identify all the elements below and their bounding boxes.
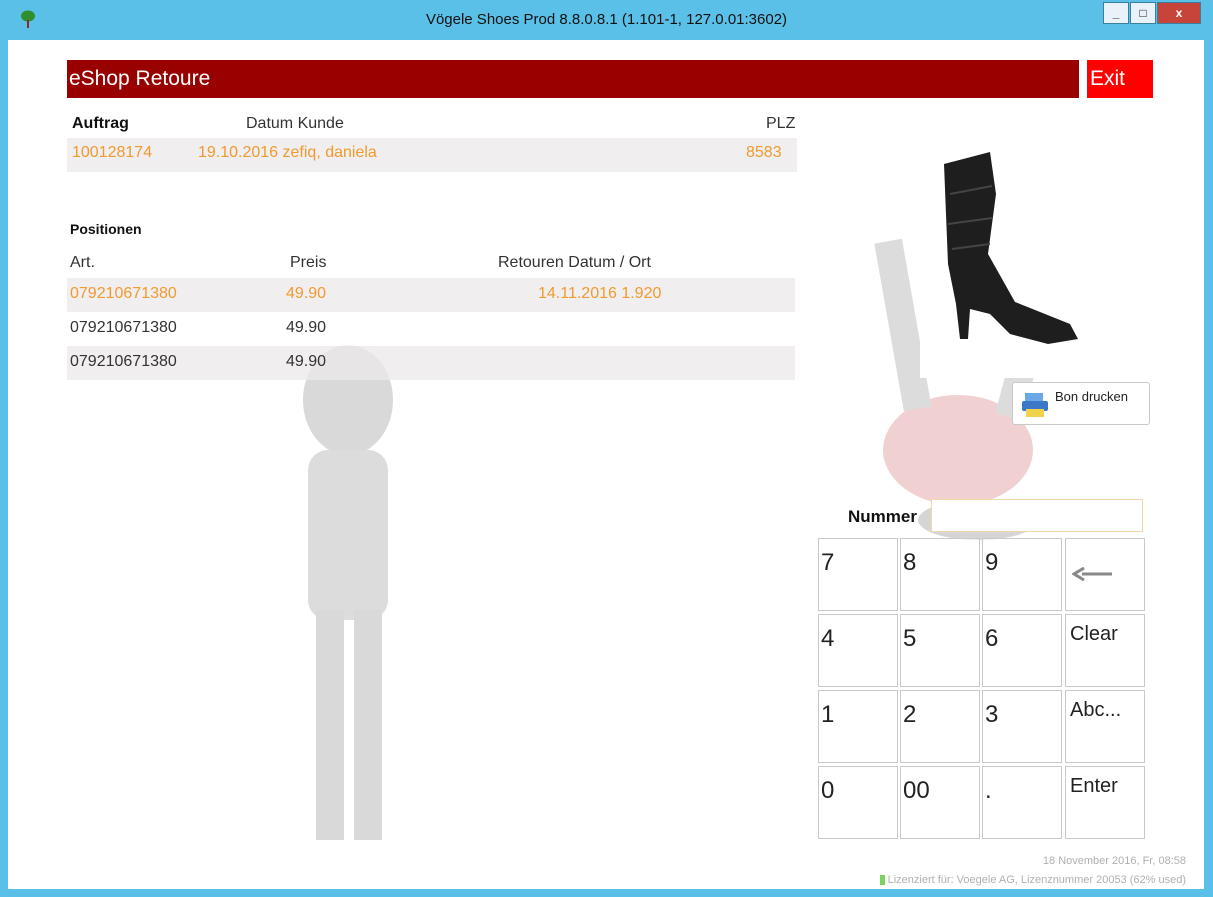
row-retouren: 14.11.2016 1.920 <box>538 285 662 302</box>
key-3[interactable]: 3 <box>982 690 1062 763</box>
col-header-plz: PLZ <box>766 115 796 132</box>
key-9[interactable]: 9 <box>982 538 1062 611</box>
key-dot[interactable]: . <box>982 766 1062 839</box>
key-abc[interactable]: Abc... <box>1065 690 1145 763</box>
key-7[interactable]: 7 <box>818 538 898 611</box>
nummer-label: Nummer <box>848 507 917 526</box>
col-header-retouren: Retouren Datum / Ort <box>498 254 651 271</box>
row-preis: 49.90 <box>286 319 327 336</box>
key-00[interactable]: 00 <box>900 766 980 839</box>
row-art: 079210671380 <box>70 353 177 370</box>
row-art: 079210671380 <box>70 319 177 336</box>
minimize-button[interactable]: _ <box>1103 2 1129 24</box>
product-image <box>920 134 1138 378</box>
key-8[interactable]: 8 <box>900 538 980 611</box>
bon-drucken-button[interactable]: Bon drucken <box>1012 382 1150 425</box>
bon-drucken-label: Bon drucken <box>1055 389 1128 404</box>
order-datum-kunde: 19.10.2016 zefiq, daniela <box>198 144 377 161</box>
window-titlebar: Vögele Shoes Prod 8.8.0.8.1 (1.101-1, 12… <box>0 0 1213 40</box>
col-header-auftrag: Auftrag <box>72 115 129 132</box>
printer-icon <box>1022 393 1048 417</box>
key-2[interactable]: 2 <box>900 690 980 763</box>
close-button[interactable]: x <box>1157 2 1201 24</box>
row-art: 079210671380 <box>70 285 177 302</box>
key-4[interactable]: 4 <box>818 614 898 687</box>
order-auftrag: 100128174 <box>72 144 153 161</box>
page-title: eShop Retoure <box>69 67 211 90</box>
background-model-image <box>303 345 393 840</box>
key-backspace[interactable] <box>1065 538 1145 611</box>
order-row[interactable] <box>67 138 797 172</box>
row-preis: 49.90 <box>286 285 327 302</box>
positionen-label: Positionen <box>70 221 142 237</box>
order-plz: 8583 <box>746 144 782 161</box>
license-status-icon <box>879 875 885 886</box>
key-0[interactable]: 0 <box>818 766 898 839</box>
key-enter[interactable]: Enter <box>1065 766 1145 839</box>
arrow-left-icon <box>1072 567 1112 581</box>
key-6[interactable]: 6 <box>982 614 1062 687</box>
exit-button[interactable]: Exit <box>1087 60 1153 98</box>
header-bar <box>67 60 1079 98</box>
key-1[interactable]: 1 <box>818 690 898 763</box>
window-title: Vögele Shoes Prod 8.8.0.8.1 (1.101-1, 12… <box>425 11 788 28</box>
col-header-art: Art. <box>70 254 95 271</box>
key-5[interactable]: 5 <box>900 614 980 687</box>
footer-license: Lizenziert für: Voegele AG, Lizenznummer… <box>879 874 1186 886</box>
app-client-area: eShop Retoure Exit Auftrag Datum Kunde P… <box>8 40 1204 889</box>
maximize-button[interactable]: □ <box>1130 2 1156 24</box>
row-preis: 49.90 <box>286 353 327 370</box>
key-clear[interactable]: Clear <box>1065 614 1145 687</box>
nummer-input[interactable] <box>931 499 1143 532</box>
footer-datetime: 18 November 2016, Fr, 08:58 <box>1042 855 1186 867</box>
boot-icon <box>944 152 1078 344</box>
col-header-datum-kunde: Datum Kunde <box>246 115 344 132</box>
col-header-preis: Preis <box>290 254 327 271</box>
